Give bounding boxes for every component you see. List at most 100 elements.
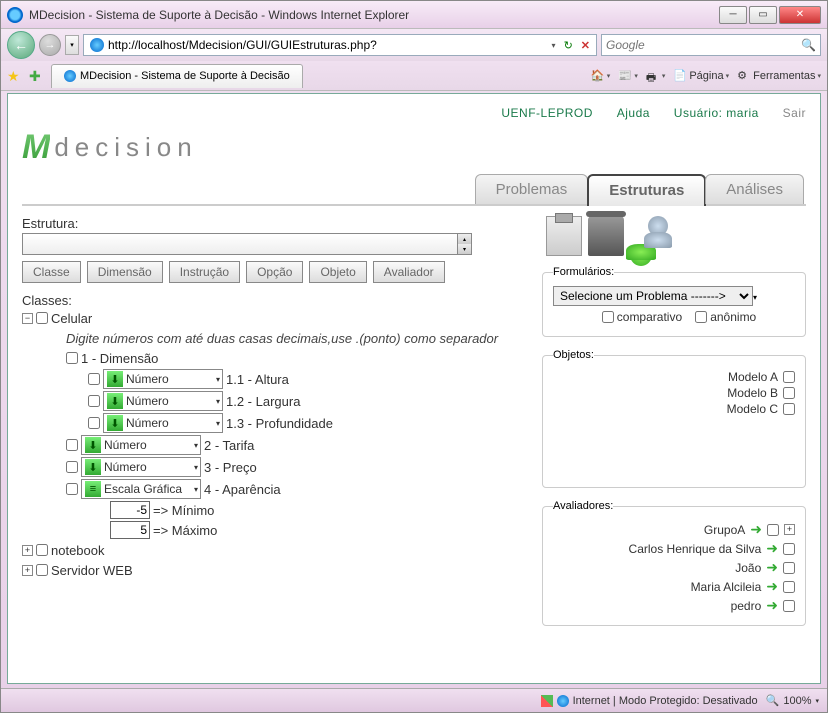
add-favorite-icon[interactable]: ✚ (29, 68, 45, 84)
link-usuario[interactable]: Usuário: maria (674, 106, 759, 120)
tools-menu[interactable]: ⚙Ferramentas ▾ (737, 69, 821, 83)
window-minimize-button[interactable]: ─ (719, 6, 747, 24)
node-4[interactable]: 4 - Aparência (204, 482, 281, 497)
chk-2[interactable] (66, 439, 78, 451)
chk-obj-a[interactable] (783, 371, 795, 383)
security-zone[interactable]: Internet | Modo Protegido: Desativado (541, 695, 758, 707)
url-dropdown[interactable]: ▾ (548, 41, 560, 50)
chk-av-1[interactable] (783, 543, 795, 555)
av-row: pedro➜ (553, 596, 795, 615)
page-menu[interactable]: 📄Página ▾ (673, 69, 729, 83)
tab-estruturas[interactable]: Estruturas (587, 174, 706, 206)
browser-search[interactable]: 🔍 (601, 34, 821, 56)
spin-down[interactable]: ▾ (457, 244, 471, 254)
objetos-panel: Objetos: Modelo A Modelo B Modelo C (542, 349, 806, 488)
zoom-control[interactable]: 🔍 100% ▾ (766, 694, 819, 707)
estrutura-field[interactable]: ▴▾ (22, 233, 472, 255)
node-3[interactable]: 3 - Preço (204, 460, 257, 475)
window-maximize-button[interactable]: ▭ (749, 6, 777, 24)
nav-back-button[interactable]: ← (7, 31, 35, 59)
max-input[interactable] (110, 521, 150, 539)
node-dimensao[interactable]: 1 - Dimensão (81, 351, 158, 366)
home-button[interactable]: 🏠▾ (591, 69, 611, 83)
refresh-button[interactable]: ↻ (560, 39, 577, 52)
chk-4[interactable] (66, 483, 78, 495)
arrow-right-icon[interactable]: ➜ (766, 559, 778, 576)
node-12[interactable]: 1.2 - Largura (226, 394, 300, 409)
address-bar[interactable]: ▾ ↻ ✕ (83, 34, 597, 56)
chk-obj-b[interactable] (783, 387, 795, 399)
arrow-right-icon[interactable]: ➜ (766, 578, 778, 595)
trash-icon[interactable] (588, 216, 624, 256)
print-button[interactable]: 🖶▾ (646, 69, 666, 83)
url-input[interactable] (108, 38, 548, 52)
window-title: MDecision - Sistema de Suporte à Decisão… (29, 8, 719, 22)
expand-servidor[interactable]: + (22, 565, 33, 576)
chk-obj-c[interactable] (783, 403, 795, 415)
tab-analises[interactable]: Análises (705, 174, 804, 204)
search-input[interactable] (606, 38, 801, 52)
chk-anonimo[interactable]: anônimo (695, 310, 756, 324)
arrow-right-icon[interactable]: ➜ (766, 597, 778, 614)
favorites-icon[interactable]: ★ (7, 68, 23, 84)
chk-av-0[interactable] (767, 524, 779, 536)
spin-up[interactable]: ▴ (457, 234, 471, 244)
link-sair[interactable]: Sair (783, 106, 806, 120)
btn-dimensao[interactable]: Dimensão (87, 261, 163, 283)
datatype-2[interactable]: ⬇Número▾ (81, 435, 201, 455)
chk-notebook[interactable] (36, 544, 48, 556)
node-2[interactable]: 2 - Tarifa (204, 438, 254, 453)
datatype-13[interactable]: ⬇Número▾ (103, 413, 223, 433)
datatype-4[interactable]: ≡Escala Gráfica▾ (81, 479, 201, 499)
chk-3[interactable] (66, 461, 78, 473)
chk-servidor[interactable] (36, 564, 48, 576)
min-input[interactable] (110, 501, 150, 519)
expand-grupo[interactable]: + (784, 524, 795, 535)
chk-av-3[interactable] (783, 581, 795, 593)
chk-av-4[interactable] (783, 600, 795, 612)
chk-dimensao[interactable] (66, 352, 78, 364)
estrutura-label: Estrutura: (22, 216, 522, 231)
chk-12[interactable] (88, 395, 100, 407)
node-notebook[interactable]: notebook (51, 543, 105, 558)
status-bar: Internet | Modo Protegido: Desativado 🔍 … (1, 688, 827, 712)
chk-comparativo[interactable]: comparativo (602, 310, 682, 324)
clipboard-icon[interactable] (546, 216, 582, 256)
chk-13[interactable] (88, 417, 100, 429)
chk-11[interactable] (88, 373, 100, 385)
window-close-button[interactable]: ✕ (779, 6, 821, 24)
action-icons (542, 216, 806, 256)
arrow-right-icon[interactable]: ➜ (750, 521, 762, 538)
datatype-12[interactable]: ⬇Número▾ (103, 391, 223, 411)
btn-avaliador[interactable]: Avaliador (373, 261, 445, 283)
btn-opcao[interactable]: Opção (246, 261, 303, 283)
datatype-3[interactable]: ⬇Número▾ (81, 457, 201, 477)
node-servidor[interactable]: Servidor WEB (51, 563, 133, 578)
browser-tab[interactable]: MDecision - Sistema de Suporte à Decisão (51, 64, 303, 88)
node-celular[interactable]: Celular (51, 311, 92, 326)
chk-av-2[interactable] (783, 562, 795, 574)
btn-objeto[interactable]: Objeto (309, 261, 366, 283)
problema-select[interactable]: Selecione um Problema -------> (553, 286, 753, 306)
nav-forward-button[interactable]: → (39, 34, 61, 56)
expand-celular[interactable]: − (22, 313, 33, 324)
link-ajuda[interactable]: Ajuda (617, 106, 650, 120)
tab-problemas[interactable]: Problemas (475, 174, 589, 204)
stop-button[interactable]: ✕ (577, 39, 594, 52)
node-11[interactable]: 1.1 - Altura (226, 372, 289, 387)
formularios-panel: Formulários: Selecione um Problema -----… (542, 266, 806, 337)
users-icon[interactable] (630, 216, 674, 256)
tab-favicon (64, 70, 76, 82)
nav-history-dropdown[interactable]: ▾ (65, 35, 79, 55)
btn-instrucao[interactable]: Instrução (169, 261, 240, 283)
btn-classe[interactable]: Classe (22, 261, 81, 283)
arrow-right-icon[interactable]: ➜ (766, 540, 778, 557)
chk-celular[interactable] (36, 312, 48, 324)
search-icon[interactable]: 🔍 (801, 38, 816, 52)
datatype-11[interactable]: ⬇Número▾ (103, 369, 223, 389)
feeds-button[interactable]: 📰▾ (618, 69, 638, 83)
node-13[interactable]: 1.3 - Profundidade (226, 416, 333, 431)
link-uenf[interactable]: UENF-LEPROD (501, 106, 593, 120)
expand-notebook[interactable]: + (22, 545, 33, 556)
avaliadores-panel: Avaliadores: GrupoA➜+ Carlos Henrique da… (542, 500, 806, 626)
